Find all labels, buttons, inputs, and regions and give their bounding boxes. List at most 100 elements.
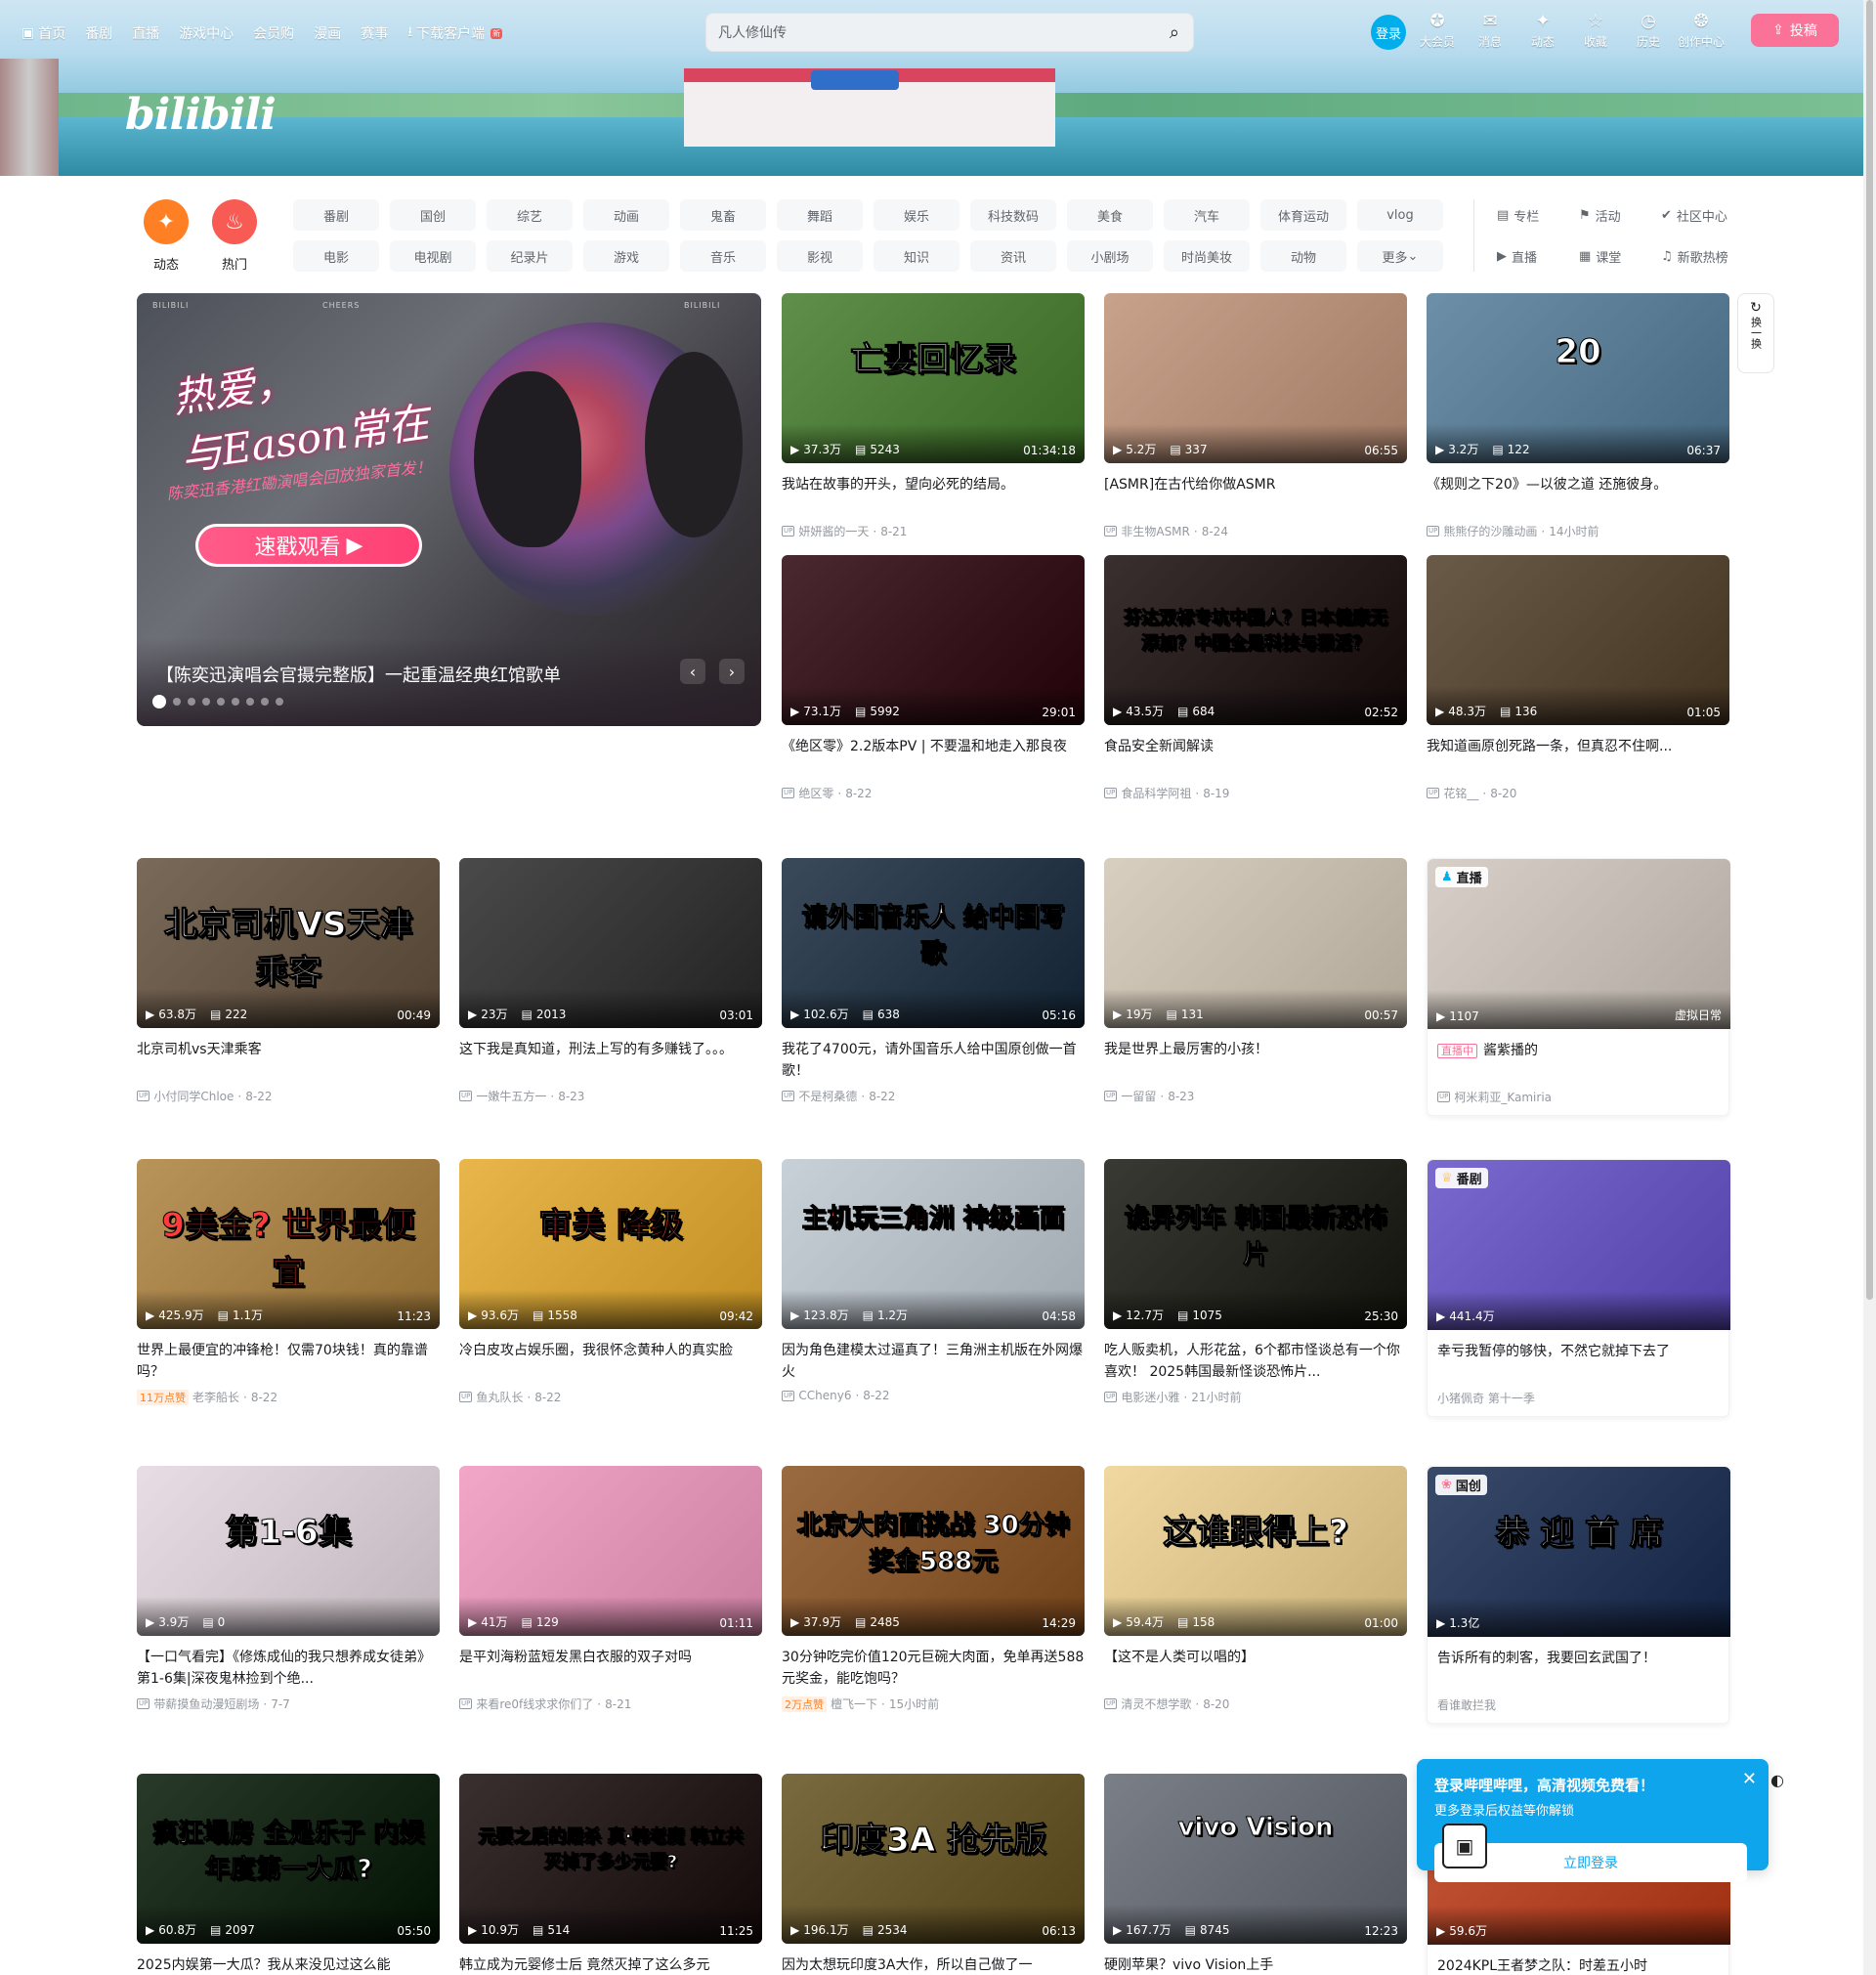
extra-link[interactable]: ✔ 社区中心 xyxy=(1661,199,1737,231)
video-title[interactable]: 食品安全新闻解读 xyxy=(1104,736,1407,779)
uploader-name[interactable]: 绝区零 xyxy=(798,785,833,801)
video-card[interactable]: ▶ 5.2万 ▤ 337 06:55 [ASMR]在古代给你做ASMR UP 非生物ASMR ·… xyxy=(1104,293,1407,539)
uploader-name[interactable]: 鱼丸队长 xyxy=(476,1389,523,1405)
login-avatar-button[interactable]: 登录 xyxy=(1371,15,1406,50)
nav-item-0[interactable]: ▣ 首页 xyxy=(21,23,65,43)
uploader-name[interactable]: 不是柯桑德 xyxy=(798,1088,857,1104)
search-input[interactable] xyxy=(718,21,1129,45)
uploader-name[interactable]: 非生物ASMR xyxy=(1121,523,1190,539)
video-thumbnail[interactable]: 主机玩三角洲 神级画面 ▶ 123.8万 ▤ 1.2万 04:58 xyxy=(782,1159,1085,1329)
video-thumbnail[interactable]: 第1-6集 ▶ 3.9万 ▤ 0 xyxy=(137,1466,440,1636)
channel-chip[interactable]: 体育运动 xyxy=(1260,199,1346,231)
uploader-name[interactable]: 来看re0f线求求你们了 xyxy=(476,1696,593,1712)
video-card[interactable]: 20 ▶ 3.2万 ▤ 122 06:37 《规则之下20》—以彼之道 还施彼身。 UP 熊熊仔… xyxy=(1427,293,1729,539)
channel-chip[interactable]: 音乐 xyxy=(680,240,766,272)
video-card[interactable]: ▶ 41万 ▤ 129 01:11 是平刘海粉蓝短发黑白衣服的双子对吗 UP 来看re0f线求… xyxy=(459,1466,762,1712)
channel-chip[interactable]: 电影 xyxy=(293,240,379,272)
feedback-icon[interactable]: ◐ xyxy=(1770,1771,1792,1792)
video-card[interactable]: 9美金? 世界最便宜 ▶ 425.9万 ▤ 1.1万 11:23 世界上最便宜的冲锋枪！仅需… xyxy=(137,1159,440,1405)
search-icon[interactable]: ⌕ xyxy=(1170,22,1179,43)
channel-chip[interactable]: 更多 ⌄ xyxy=(1357,240,1443,272)
video-title[interactable]: 我站在故事的开头，望向必死的结局。 xyxy=(782,474,1085,517)
video-card[interactable]: 请外国音乐人 给中国写歌 ▶ 102.6万 ▤ 638 05:16 我花了4700元，请外国… xyxy=(782,858,1085,1104)
video-thumbnail[interactable]: ▶ 48.3万 ▤ 136 01:05 xyxy=(1427,555,1729,725)
channel-chip[interactable]: 电视剧 xyxy=(390,240,476,272)
carousel-title[interactable]: 【陈奕迅演唱会官摄完整版】一起重温经典红馆歌单 xyxy=(156,662,561,687)
video-thumbnail[interactable]: 北京大肉面挑战 30分钟奖金588元 ▶ 37.9万 ▤ 2485 14:29 xyxy=(782,1466,1085,1636)
video-title[interactable]: 《规则之下20》—以彼之道 还施彼身。 xyxy=(1427,474,1729,517)
video-thumbnail[interactable]: 亡妻回忆录 ▶ 37.3万 ▤ 5243 01:34:18 xyxy=(782,293,1085,463)
video-card[interactable]: 第1-6集 ▶ 3.9万 ▤ 0 【一口气看完】《修炼成仙的我只想养成女徒弟》第1-6集|… xyxy=(137,1466,440,1712)
channel-chip[interactable]: 鬼畜 xyxy=(680,199,766,231)
uploader-name[interactable]: 看谁敢拦我 xyxy=(1437,1696,1496,1713)
nav-right-item-4[interactable]: ◷ 历史 xyxy=(1630,12,1667,50)
special-card[interactable]: ▶ 1107 虚拟日常 ♟ 直播 直播中 酱紫播的 UP 柯米莉亚_Kamiria xyxy=(1427,858,1730,1116)
carousel-dot[interactable] xyxy=(232,698,239,706)
uploader-name[interactable]: 檀飞一下 xyxy=(831,1696,877,1712)
video-card[interactable]: 审美 降级 ▶ 93.6万 ▤ 1558 09:42 冷白皮攻占娱乐圈，我很怀念黄种人的真实… xyxy=(459,1159,762,1405)
nav-item-3[interactable]: 游戏中心 xyxy=(179,23,234,43)
extra-link[interactable]: ⚑ 活动 xyxy=(1579,199,1655,231)
video-thumbnail[interactable]: ▶ 5.2万 ▤ 337 06:55 xyxy=(1104,293,1407,463)
page-scrollbar[interactable] xyxy=(1863,0,1876,1975)
nav-item-1[interactable]: 番剧 xyxy=(85,23,112,43)
channel-chip[interactable]: 游戏 xyxy=(583,240,669,272)
video-thumbnail[interactable]: 请外国音乐人 给中国写歌 ▶ 102.6万 ▤ 638 05:16 xyxy=(782,858,1085,1028)
channel-chip[interactable]: 动物 xyxy=(1260,240,1346,272)
video-thumbnail[interactable]: ▶ 41万 ▤ 129 01:11 xyxy=(459,1466,762,1636)
nav-right-item-3[interactable]: ☆ 收藏 xyxy=(1577,12,1614,50)
close-icon[interactable]: ✕ xyxy=(1742,1769,1757,1789)
video-thumbnail[interactable]: 诡异列车 韩国最新恐怖片 ▶ 12.7万 ▤ 1075 25:30 xyxy=(1104,1159,1407,1329)
video-thumbnail[interactable]: ▶ 73.1万 ▤ 5992 29:01 xyxy=(782,555,1085,725)
nav-item-7[interactable]: ⭳ 下载客户端新 xyxy=(407,21,503,45)
upload-button[interactable]: ⇪ 投稿 xyxy=(1751,14,1839,47)
nav-item-5[interactable]: 漫画 xyxy=(314,23,341,43)
carousel-dot[interactable] xyxy=(173,698,181,706)
channel-chip[interactable]: 国创 xyxy=(390,199,476,231)
uploader-name[interactable]: 柯米莉亚_Kamiria xyxy=(1454,1089,1552,1105)
video-card[interactable]: vivo Vision ▶ 167.7万 ▤ 8745 12:23 硬刚苹果？vivo Vi… xyxy=(1104,1774,1407,1975)
video-card[interactable]: 亡妻回忆录 ▶ 37.3万 ▤ 5243 01:34:18 我站在故事的开头，望向必死的结局… xyxy=(782,293,1085,539)
extra-link[interactable]: ▶ 直播 xyxy=(1497,240,1573,272)
uploader-name[interactable]: 食品科学阿祖 xyxy=(1121,785,1191,801)
channel-chip[interactable]: 资讯 xyxy=(970,240,1056,272)
uploader-name[interactable]: 一留留 xyxy=(1121,1088,1156,1104)
video-title[interactable]: 30分钟吃完价值120元巨碗大肉面，免单再送588元奖金，能吃饱吗？ xyxy=(782,1647,1085,1690)
channel-chip[interactable]: 知识 xyxy=(874,240,959,272)
video-card[interactable]: 北京大肉面挑战 30分钟奖金588元 ▶ 37.9万 ▤ 2485 14:29 30分钟吃完… xyxy=(782,1466,1085,1712)
video-title[interactable]: 告诉所有的刺客，我要回玄武国了！ xyxy=(1428,1648,1728,1691)
carousel-dot[interactable] xyxy=(152,695,166,708)
channel-chip[interactable]: 汽车 xyxy=(1164,199,1250,231)
video-thumbnail[interactable]: ▶ 23万 ▤ 2013 03:01 xyxy=(459,858,762,1028)
video-title[interactable]: 北京司机vs天津乘客 xyxy=(137,1039,440,1082)
channel-chip[interactable]: 舞蹈 xyxy=(777,199,863,231)
nav-right-item-1[interactable]: ✉ 消息 xyxy=(1471,12,1509,50)
video-thumbnail[interactable]: 北京司机VS天津乘客 ▶ 63.8万 ▤ 222 00:49 xyxy=(137,858,440,1028)
video-thumbnail[interactable]: 这谁跟得上? ▶ 59.4万 ▤ 158 01:00 xyxy=(1104,1466,1407,1636)
channel-chip[interactable]: 纪录片 xyxy=(487,240,573,272)
refresh-button[interactable]: ↻ 换一换 xyxy=(1737,293,1774,373)
video-thumbnail[interactable]: 审美 降级 ▶ 93.6万 ▤ 1558 09:42 xyxy=(459,1159,762,1329)
channel-chip[interactable]: 美食 xyxy=(1067,199,1153,231)
special-card[interactable]: ▶ 441.4万 ♕ 番剧 幸亏我暂停的够快，不然它就掉下去了 小猪佩奇 第十一季 xyxy=(1427,1159,1730,1417)
video-title[interactable]: 韩立成为元婴修士后 竟然灭掉了这么多元 xyxy=(459,1954,762,1975)
video-card[interactable]: ▶ 48.3万 ▤ 136 01:05 我知道画原创死路一条，但真忍不住啊... UP 花铭_… xyxy=(1427,555,1729,801)
video-thumbnail[interactable]: 印度3A 抢先版 ▶ 196.1万 ▤ 2534 06:13 xyxy=(782,1774,1085,1944)
uploader-name[interactable]: 老李船长 xyxy=(192,1389,239,1405)
channel-chip[interactable]: 影视 xyxy=(777,240,863,272)
uploader-name[interactable]: 电影迷小雅 xyxy=(1121,1389,1179,1405)
video-title[interactable]: 我是世界上最厉害的小孩！ xyxy=(1104,1039,1407,1082)
video-thumbnail[interactable]: 芬达双标专坑中国人？日本健康无添加？中国全是科技与狠活？ ▶ 43.5万 ▤ 684 02… xyxy=(1104,555,1407,725)
video-title[interactable]: 这下我是真知道，刑法上写的有多赚钱了。。。 xyxy=(459,1039,762,1082)
channel-chip[interactable]: 娱乐 xyxy=(874,199,959,231)
video-title[interactable]: 是平刘海粉蓝短发黑白衣服的双子对吗 xyxy=(459,1647,762,1690)
channel-chip[interactable]: 小剧场 xyxy=(1067,240,1153,272)
carousel-dot[interactable] xyxy=(217,698,225,706)
uploader-name[interactable]: 一嫩牛五方一 xyxy=(476,1088,546,1104)
uploader-name[interactable]: 花铭__ xyxy=(1443,785,1478,801)
dynamic-channel-button[interactable]: ✦ 动态 xyxy=(137,199,195,273)
video-card[interactable]: 这谁跟得上? ▶ 59.4万 ▤ 158 01:00 【这不是人类可以唱的】 UP 清灵不想学歌… xyxy=(1104,1466,1407,1712)
video-title[interactable]: 因为角色建模太过逼真了！三角洲主机版在外网爆火 xyxy=(782,1340,1085,1383)
video-title[interactable]: 硬刚苹果？vivo Vision上手 xyxy=(1104,1954,1407,1975)
video-thumbnail[interactable]: vivo Vision ▶ 167.7万 ▤ 8745 12:23 xyxy=(1104,1774,1407,1944)
